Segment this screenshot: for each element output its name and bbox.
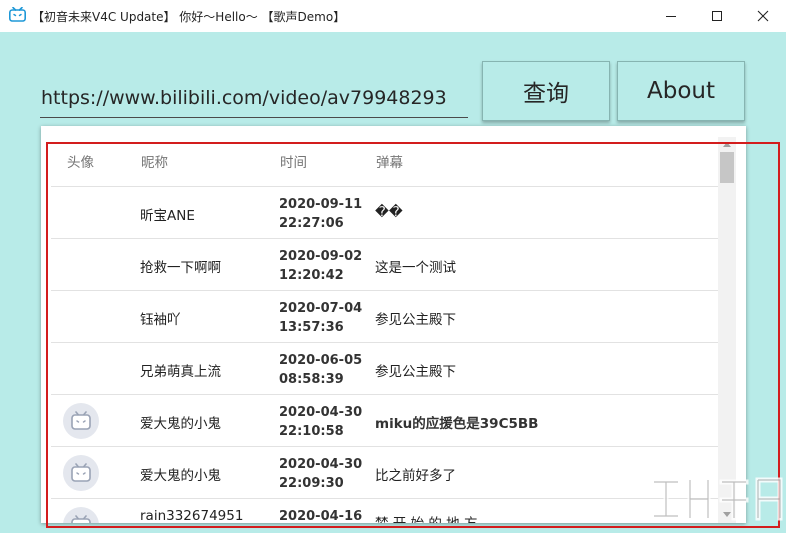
close-button[interactable] — [740, 0, 786, 32]
nickname-cell: 兄弟萌真上流 — [140, 364, 221, 380]
url-input[interactable] — [40, 78, 468, 118]
bilibili-tv-icon — [9, 7, 26, 22]
date-text: 2020-04-30 — [279, 405, 363, 420]
danmaku-list: 头像 昵称 时间 弹幕 昕宝ANE 2020-09-11 22:27:06 �� … — [41, 126, 746, 523]
time-cell: 2020-07-04 13:57:36 — [279, 299, 362, 337]
table-row[interactable]: 兄弟萌真上流 2020-06-05 08:58:39 参见公主殿下 — [51, 343, 719, 395]
nickname-cell: 昕宝ANE — [140, 208, 195, 224]
date-text: 2020-07-04 — [279, 301, 363, 316]
clock-text: 22:09:30 — [279, 476, 344, 491]
table-row[interactable]: 爱大鬼的小鬼 2020-04-30 22:09:30 比之前好多了 — [51, 447, 719, 499]
download-site-watermark-icon — [651, 477, 783, 521]
about-button[interactable]: About — [617, 61, 745, 121]
time-cell: 2020-04-16 — [279, 507, 362, 523]
window-title: 【初音未来V4C Update】 你好～Hello～ 【歌声Demo】 — [32, 10, 346, 24]
table-row[interactable]: 钰袖吖 2020-07-04 13:57:36 参见公主殿下 — [51, 291, 719, 343]
minimize-button[interactable] — [648, 0, 694, 32]
clock-text: 13:57:36 — [279, 320, 344, 335]
danmaku-cell: 比之前好多了 — [375, 468, 456, 484]
default-avatar-tv-icon — [71, 411, 91, 430]
minimize-icon — [666, 16, 676, 17]
danmaku-cell: miku的应援色是39C5BB — [375, 416, 539, 432]
date-text: 2020-06-05 — [279, 353, 363, 368]
clock-text: 22:10:58 — [279, 424, 344, 439]
time-cell: 2020-04-30 22:09:30 — [279, 455, 362, 493]
time-cell: 2020-09-02 12:20:42 — [279, 247, 362, 285]
nickname-cell: 爱大鬼的小鬼 — [140, 468, 221, 484]
danmaku-cell: 梦 开 始 的 地 方 — [375, 512, 477, 523]
maximize-button[interactable] — [694, 0, 740, 32]
clock-text: 08:58:39 — [279, 372, 344, 387]
nickname-cell: 钰袖吖 — [140, 312, 181, 328]
date-text: 2020-04-16 — [279, 509, 363, 523]
date-text: 2020-09-02 — [279, 249, 363, 264]
column-header-time: 时间 — [280, 155, 307, 171]
title-bar: 【初音未来V4C Update】 你好～Hello～ 【歌声Demo】 — [0, 0, 786, 32]
nickname-cell: 抢救一下啊啊 — [140, 260, 221, 276]
column-header-nickname: 昵称 — [141, 155, 168, 171]
danmaku-cell: 参见公主殿下 — [375, 364, 456, 380]
scroll-up-arrow-icon[interactable] — [720, 138, 734, 150]
table-row[interactable]: 爱大鬼的小鬼 2020-04-30 22:10:58 miku的应援色是39C5B… — [51, 395, 719, 447]
time-cell: 2020-06-05 08:58:39 — [279, 351, 362, 389]
column-header-danmaku: 弹幕 — [376, 155, 403, 171]
column-header-avatar: 头像 — [67, 155, 94, 171]
table-row[interactable]: 昕宝ANE 2020-09-11 22:27:06 �� — [51, 187, 719, 239]
default-avatar-tv-icon — [71, 515, 91, 523]
time-cell: 2020-04-30 22:10:58 — [279, 403, 362, 441]
clock-text: 22:27:06 — [279, 216, 344, 231]
danmaku-cell: 参见公主殿下 — [375, 312, 456, 328]
scrollbar[interactable] — [718, 137, 736, 523]
avatar — [63, 403, 99, 439]
close-icon — [757, 10, 769, 22]
nickname-cell: rain332674951 — [140, 508, 244, 523]
table-row[interactable]: rain332674951 2020-04-16 梦 开 始 的 地 方 — [51, 499, 719, 523]
time-cell: 2020-09-11 22:27:06 — [279, 195, 362, 233]
date-text: 2020-04-30 — [279, 457, 363, 472]
avatar — [63, 455, 99, 491]
date-text: 2020-09-11 — [279, 197, 363, 212]
nickname-cell: 爱大鬼的小鬼 — [140, 416, 221, 432]
clock-text: 12:20:42 — [279, 268, 344, 283]
default-avatar-tv-icon — [71, 463, 91, 482]
query-button[interactable]: 查询 — [482, 61, 610, 121]
danmaku-cell: 这是一个测试 — [375, 260, 456, 276]
maximize-icon — [712, 11, 722, 21]
table-row[interactable]: 抢救一下啊啊 2020-09-02 12:20:42 这是一个测试 — [51, 239, 719, 291]
scrollbar-thumb[interactable] — [720, 152, 734, 183]
danmaku-cell: �� — [375, 204, 403, 220]
avatar — [63, 507, 99, 523]
